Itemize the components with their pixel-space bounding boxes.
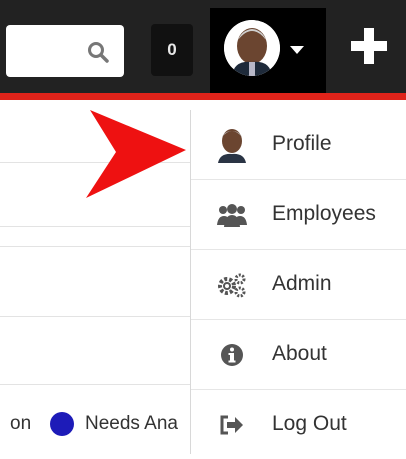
divider bbox=[0, 316, 190, 317]
menu-item-label: Employees bbox=[272, 202, 376, 225]
search-icon[interactable] bbox=[86, 40, 110, 64]
plus-icon bbox=[351, 28, 387, 64]
menu-item-about[interactable]: About bbox=[191, 320, 406, 390]
menu-item-label: Log Out bbox=[272, 412, 347, 435]
menu-item-profile[interactable]: Profile bbox=[191, 110, 406, 180]
red-arrow-annotation bbox=[86, 110, 186, 198]
gears-icon bbox=[217, 270, 247, 300]
info-circle-icon bbox=[217, 340, 247, 370]
menu-item-label: Admin bbox=[272, 272, 332, 295]
avatar bbox=[224, 20, 280, 76]
user-dropdown-menu: Profile Employees Admin About Log Out bbox=[190, 110, 406, 454]
avatar-icon bbox=[217, 129, 247, 163]
legend-label-partial: on bbox=[10, 413, 32, 434]
users-icon bbox=[217, 200, 247, 230]
top-navbar: 0 bbox=[0, 0, 406, 98]
divider bbox=[0, 246, 190, 247]
status-legend: on Needs Ana bbox=[0, 400, 190, 446]
accent-line bbox=[0, 93, 406, 100]
search-input[interactable] bbox=[6, 25, 124, 77]
menu-item-admin[interactable]: Admin bbox=[191, 250, 406, 320]
legend-color-dot bbox=[50, 412, 74, 436]
sign-out-icon bbox=[217, 410, 247, 440]
user-menu-toggle[interactable] bbox=[210, 8, 326, 93]
menu-item-label: Profile bbox=[272, 132, 332, 155]
notification-counter[interactable]: 0 bbox=[151, 24, 193, 76]
divider bbox=[0, 384, 190, 385]
menu-item-label: About bbox=[272, 342, 327, 365]
divider bbox=[0, 226, 190, 227]
menu-item-logout[interactable]: Log Out bbox=[191, 390, 406, 459]
menu-item-employees[interactable]: Employees bbox=[191, 180, 406, 250]
legend-label: Needs Ana bbox=[85, 413, 178, 434]
add-button[interactable] bbox=[345, 22, 393, 70]
chevron-down-icon bbox=[290, 46, 304, 54]
